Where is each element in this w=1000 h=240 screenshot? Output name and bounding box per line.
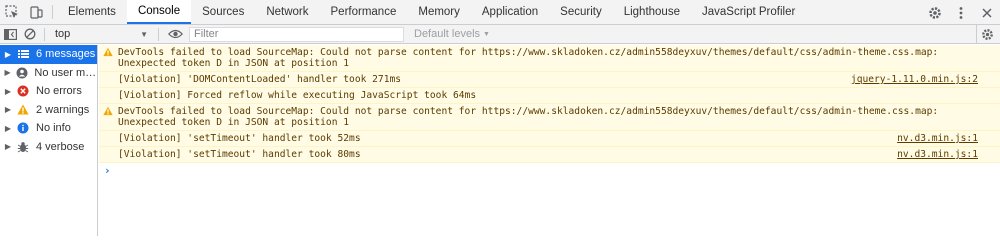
bug-icon	[16, 140, 30, 154]
divider	[52, 5, 53, 19]
toggle-sidebar-icon[interactable]	[0, 25, 20, 44]
tab-memory[interactable]: Memory	[407, 0, 471, 24]
source-location-link[interactable]: nv.d3.min.js:1	[897, 149, 978, 160]
message-text: DevTools failed to load SourceMap: Could…	[118, 47, 482, 58]
sidebar-item-info[interactable]: ▶ No info	[0, 119, 97, 138]
filter-placeholder: Filter	[194, 28, 219, 40]
sidebar-item-warning[interactable]: ▶ 2 warnings	[0, 101, 97, 120]
expand-arrow-icon[interactable]: ▶	[0, 50, 16, 59]
violation-message: [Violation] 'setTimeout' handler took 52…	[99, 131, 1000, 147]
sidebar-item-label: 2 warnings	[36, 103, 90, 116]
dropdown-arrow-icon: ▼	[483, 30, 490, 38]
log-levels-dropdown[interactable]: Default levels ▼	[414, 28, 490, 40]
sourcemap-link[interactable]: https://www.skladoken.cz/admin558deyxuv/…	[482, 106, 933, 117]
sidebar-item-error[interactable]: ▶ No errors	[0, 82, 97, 101]
console-toolbar: top ▼ Filter Default levels ▼	[0, 25, 1000, 44]
clear-console-icon[interactable]	[20, 25, 40, 44]
close-icon[interactable]	[974, 7, 1000, 18]
settings-gear-icon[interactable]	[922, 6, 948, 20]
warning-icon	[16, 103, 30, 117]
console-messages: DevTools failed to load SourceMap: Could…	[99, 45, 1000, 236]
tab-network[interactable]: Network	[255, 0, 319, 24]
message-text: [Violation] 'DOMContentLoaded' handler t…	[118, 74, 402, 85]
info-icon	[16, 121, 30, 135]
console-settings-gear-icon[interactable]	[976, 25, 998, 44]
tab-performance[interactable]: Performance	[320, 0, 408, 24]
sidebar-item-user[interactable]: ▶ No user me...	[0, 64, 98, 83]
divider	[158, 27, 159, 41]
more-options-icon[interactable]	[948, 6, 974, 20]
list-icon	[16, 47, 30, 61]
context-selector[interactable]: top ▼	[49, 25, 154, 44]
error-icon	[16, 84, 30, 98]
sidebar-item-label: No user me...	[34, 66, 97, 79]
message-text: [Violation] Forced reflow while executin…	[118, 90, 477, 101]
sidebar-item-label: No info	[36, 122, 71, 135]
tab-lighthouse[interactable]: Lighthouse	[613, 0, 691, 24]
message-text: DevTools failed to load SourceMap: Could…	[118, 106, 482, 117]
inspect-element-icon[interactable]	[0, 0, 24, 24]
message-text: [Violation] 'setTimeout' handler took 52…	[118, 133, 361, 144]
violation-message: [Violation] Forced reflow while executin…	[99, 88, 1000, 104]
sidebar-item-label: No errors	[36, 85, 82, 98]
message-list: DevTools failed to load SourceMap: Could…	[99, 45, 1000, 163]
panel-tabs: Elements Console Sources Network Performance…	[57, 0, 806, 24]
expand-arrow-icon[interactable]: ▶	[0, 142, 16, 151]
tab-javascript-profiler[interactable]: JavaScript Profiler	[691, 0, 806, 24]
dropdown-arrow-icon: ▼	[140, 29, 148, 39]
context-value: top	[55, 28, 71, 40]
expand-arrow-icon[interactable]: ▶	[0, 124, 16, 133]
tab-security[interactable]: Security	[549, 0, 613, 24]
violation-message: [Violation] 'DOMContentLoaded' handler t…	[99, 72, 1000, 88]
expand-arrow-icon[interactable]: ▶	[0, 105, 16, 114]
tab-console[interactable]: Console	[126, 0, 192, 24]
tab-sources[interactable]: Sources	[191, 0, 255, 24]
console-prompt[interactable]: ›	[99, 163, 1000, 178]
console-sidebar: ▶ 6 messages ▶ No user me... ▶ No errors ▶ 2 wa…	[0, 45, 98, 236]
violation-message: [Violation] 'setTimeout' handler took 80…	[99, 147, 1000, 163]
user-icon	[15, 66, 28, 80]
expand-arrow-icon[interactable]: ▶	[0, 68, 15, 77]
filter-input[interactable]: Filter	[189, 26, 404, 42]
warning-message: DevTools failed to load SourceMap: Could…	[99, 104, 1000, 131]
sidebar-item-bug[interactable]: ▶ 4 verbose	[0, 138, 97, 157]
source-location-link[interactable]: jquery-1.11.0.min.js:2	[851, 74, 978, 85]
divider	[44, 27, 45, 41]
prompt-chevron-icon: ›	[104, 164, 111, 177]
expand-arrow-icon[interactable]: ▶	[0, 87, 16, 96]
tabbar-right-controls	[913, 0, 1000, 25]
tab-application[interactable]: Application	[471, 0, 549, 24]
sourcemap-link[interactable]: https://www.skladoken.cz/admin558deyxuv/…	[482, 47, 933, 58]
warning-icon	[103, 47, 114, 58]
live-expression-eye-icon[interactable]	[163, 25, 187, 44]
sidebar-item-label: 4 verbose	[36, 140, 85, 153]
tab-elements[interactable]: Elements	[57, 0, 127, 24]
devtools-tabbar: Elements Console Sources Network Performance…	[0, 0, 1000, 25]
source-location-link[interactable]: nv.d3.min.js:1	[897, 133, 978, 144]
message-text: [Violation] 'setTimeout' handler took 80…	[118, 149, 361, 160]
log-levels-label: Default levels	[414, 28, 481, 40]
sidebar-item-label: 6 messages	[36, 48, 96, 61]
sidebar-item-list[interactable]: ▶ 6 messages	[0, 45, 97, 64]
warning-message: DevTools failed to load SourceMap: Could…	[99, 45, 1000, 72]
warning-icon	[103, 106, 114, 117]
device-toolbar-icon[interactable]	[24, 0, 48, 24]
